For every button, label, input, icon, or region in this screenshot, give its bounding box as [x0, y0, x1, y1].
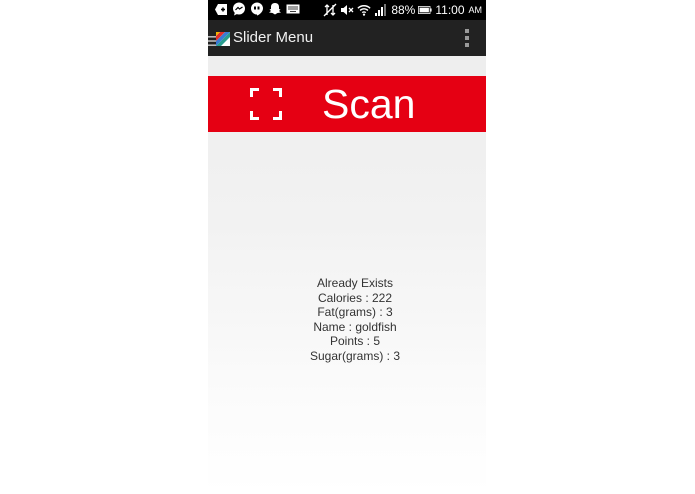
clock-time: 11:00 [435, 3, 465, 17]
result-fat: Fat(grams) : 3 [317, 305, 393, 320]
notification-icons [214, 2, 300, 16]
battery-percent: 88% [391, 3, 416, 17]
result-points: Points : 5 [329, 334, 381, 349]
scan-frame-icon [250, 88, 282, 120]
status-bar: 88% 11:00 AM [208, 0, 486, 20]
drawer-menu-icon[interactable] [208, 32, 216, 46]
action-bar: Slider Menu [208, 20, 486, 56]
system-status: 88% 11:00 AM [323, 2, 482, 18]
result-name: Name : goldfish [313, 319, 397, 334]
snapchat-icon [268, 2, 282, 16]
result-sugar: Sugar(grams) : 3 [309, 348, 401, 363]
result-status: Already Exists [316, 276, 394, 290]
app-logo-icon[interactable] [216, 31, 230, 46]
app-screen: 88% 11:00 AM Slider Menu Scan Already Ex… [208, 0, 486, 494]
app-title: Slider Menu [233, 29, 314, 46]
messenger-icon [232, 2, 246, 16]
signal-icon [374, 3, 388, 17]
result-calories: Calories : 222 [317, 290, 393, 305]
scan-button-label: Scan [322, 81, 416, 127]
hangouts-icon [250, 2, 264, 16]
wifi-icon [357, 3, 371, 17]
scan-button[interactable]: Scan [208, 76, 486, 132]
data-off-icon [323, 3, 337, 17]
keyboard-icon [286, 2, 300, 16]
overflow-menu-icon[interactable] [464, 29, 470, 47]
mute-icon [340, 3, 354, 17]
scan-result: Already Exists Calories : 222 Fat(grams)… [208, 276, 486, 364]
clock-ampm: AM [468, 5, 483, 15]
add-contact-icon [214, 2, 228, 16]
battery-icon [418, 3, 432, 17]
